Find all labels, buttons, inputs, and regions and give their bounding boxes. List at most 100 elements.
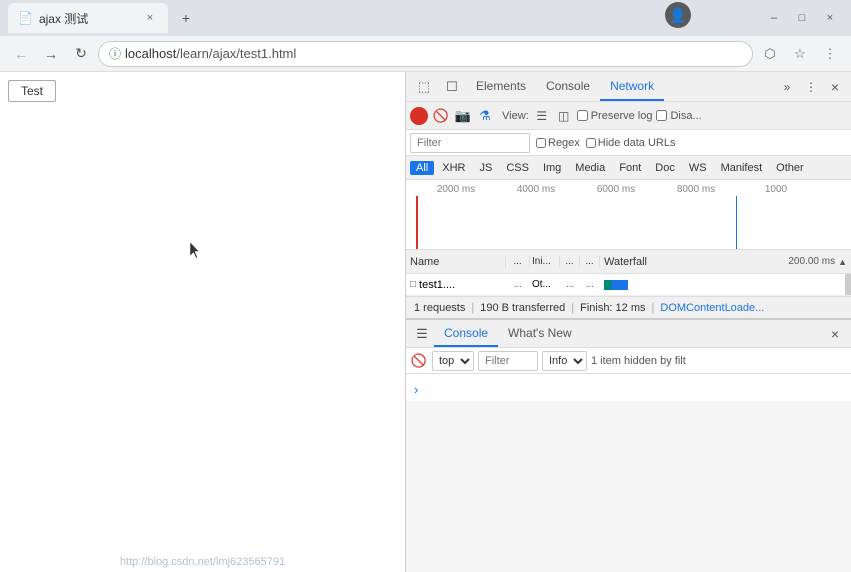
record-button[interactable]	[410, 107, 428, 125]
tab-console[interactable]: Console	[536, 72, 600, 101]
th-waterfall[interactable]: Waterfall 200.00 ms ▲	[600, 256, 851, 268]
bookmark-button[interactable]: ☆	[787, 41, 813, 67]
close-button[interactable]: ×	[817, 5, 843, 31]
devtools-more-button[interactable]: »	[775, 75, 799, 99]
devtools-device-icon[interactable]: ☐	[438, 73, 466, 101]
th-waterfall-time: 200.00 ms	[788, 256, 835, 267]
filter-bar: Regex Hide data URLs	[406, 130, 851, 156]
timeline-label-8000: 8000 ms	[656, 184, 736, 195]
console-prompt[interactable]: ›	[414, 382, 843, 397]
tab-close-button[interactable]: ×	[142, 10, 158, 26]
type-filter-other[interactable]: Other	[770, 161, 810, 175]
devtools-close-button[interactable]: ×	[823, 75, 847, 99]
list-view-button[interactable]: ☰	[533, 107, 551, 125]
type-filter-ws[interactable]: WS	[683, 161, 713, 175]
console-level-select[interactable]: Info	[542, 351, 587, 371]
th-dots1[interactable]: ...	[506, 256, 530, 267]
watermark: http://blog.csdn.net/lmj623565791	[0, 556, 405, 568]
type-filter-manifest[interactable]: Manifest	[715, 161, 769, 175]
back-button[interactable]: ←	[8, 41, 34, 67]
td-initiator: Ot...	[530, 279, 560, 290]
type-filter-js[interactable]: JS	[473, 161, 498, 175]
tab-title: ajax 测试	[39, 10, 88, 27]
status-requests: 1 requests	[414, 302, 465, 314]
th-name[interactable]: Name	[406, 256, 506, 268]
disable-cache-checkbox[interactable]: Disa...	[656, 110, 701, 122]
address-bar[interactable]: ⓘ localhost /learn/ajax/test1.html	[98, 41, 753, 67]
regex-checkbox[interactable]: Regex	[536, 137, 580, 149]
maximize-button[interactable]: □	[789, 5, 815, 31]
minimize-button[interactable]: –	[761, 5, 787, 31]
th-initiator[interactable]: Ini...	[530, 256, 560, 267]
devtools-tabs: ⬚ ☐ Elements Console Network » ⋮ ×	[406, 72, 851, 102]
devtools-inspector-icon[interactable]: ⬚	[410, 73, 438, 101]
chrome-window: 👤 📄 ajax 测试 × + – □ × ← → ↻ ⓘ localhost …	[0, 0, 851, 572]
main-area: Test http://blog.csdn.net/lmj623565791 ⬚…	[0, 72, 851, 572]
table-row[interactable]: □ test1.... ... Ot... ... ...	[406, 274, 851, 296]
type-filter-xhr[interactable]: XHR	[436, 161, 471, 175]
console-prompt-icon: ›	[414, 382, 418, 397]
url-path: /learn/ajax/test1.html	[176, 46, 296, 61]
console-toolbar: 🚫 top Info 1 item hidden by filt	[406, 348, 851, 374]
devtools-menu-button[interactable]: ⋮	[799, 75, 823, 99]
title-bar: 👤 📄 ajax 测试 × + – □ ×	[0, 0, 851, 36]
th-dots3[interactable]: ...	[580, 256, 600, 267]
tab-icon: 📄	[18, 11, 33, 25]
timeline-label-2000: 2000 ms	[416, 184, 496, 195]
status-transferred: 190 B transferred	[480, 302, 565, 314]
bottom-panel: ☰ Console What's New × 🚫 top Info 1 item…	[406, 318, 851, 401]
console-content: ›	[406, 374, 851, 401]
screenshot-button[interactable]: 📷	[454, 107, 472, 125]
user-avatar-icon: 👤	[665, 2, 691, 28]
console-close-button[interactable]: ×	[823, 322, 847, 346]
cast-button[interactable]: ⬡	[757, 41, 783, 67]
console-filter-input[interactable]	[478, 351, 538, 371]
type-filter-img[interactable]: Img	[537, 161, 567, 175]
waterfall-blue-bar	[612, 280, 628, 290]
forward-button[interactable]: →	[38, 41, 64, 67]
devtools-panel: ⬚ ☐ Elements Console Network » ⋮ × 🚫 📷 ⚗…	[405, 72, 851, 572]
type-filter-font[interactable]: Font	[613, 161, 647, 175]
preserve-log-checkbox[interactable]: Preserve log	[577, 110, 653, 122]
status-domcontentloaded[interactable]: DOMContentLoade...	[660, 302, 764, 314]
td-name: □ test1....	[406, 279, 506, 291]
type-filter-doc[interactable]: Doc	[649, 161, 681, 175]
clear-button[interactable]: 🚫	[432, 107, 450, 125]
more-button[interactable]: ⋮	[817, 41, 843, 67]
browser-tab[interactable]: 📄 ajax 测试 ×	[8, 3, 168, 33]
th-dots2[interactable]: ...	[560, 256, 580, 267]
timeline-red-line	[416, 196, 418, 249]
waterfall-teal-bar	[604, 280, 612, 290]
filter-button[interactable]: ⚗	[476, 107, 494, 125]
console-tabs: ☰ Console What's New ×	[406, 320, 851, 348]
status-sep1: |	[471, 302, 474, 314]
refresh-button[interactable]: ↻	[68, 41, 94, 67]
file-icon: □	[410, 279, 416, 290]
tab-elements[interactable]: Elements	[466, 72, 536, 101]
console-context-select[interactable]: top	[432, 351, 474, 371]
console-clear-button[interactable]: 🚫	[410, 352, 428, 370]
status-sep2: |	[571, 302, 574, 314]
status-bar: 1 requests | 190 B transferred | Finish:…	[406, 296, 851, 318]
console-menu-button[interactable]: ☰	[410, 322, 434, 346]
hide-data-urls-checkbox[interactable]: Hide data URLs	[586, 137, 676, 149]
filter-input[interactable]	[410, 133, 530, 153]
waterfall-view-button[interactable]: ◫	[555, 107, 573, 125]
omnibar-icons: ⬡ ☆ ⋮	[757, 41, 843, 67]
type-filter-css[interactable]: CSS	[500, 161, 535, 175]
tab-whats-new[interactable]: What's New	[498, 320, 582, 347]
type-filter-media[interactable]: Media	[569, 161, 611, 175]
console-hidden-label: 1 item hidden by filt	[591, 355, 686, 367]
secure-icon: ⓘ	[109, 45, 121, 62]
test-button[interactable]: Test	[8, 80, 56, 102]
timeline-blue-line	[736, 196, 737, 249]
view-label: View:	[502, 110, 529, 122]
type-filter-all[interactable]: All	[410, 161, 434, 175]
tab-network[interactable]: Network	[600, 72, 664, 101]
td-name-value: test1....	[419, 279, 455, 291]
omnibar: ← → ↻ ⓘ localhost /learn/ajax/test1.html…	[0, 36, 851, 72]
url-base: localhost	[125, 46, 176, 61]
waterfall-scrollbar[interactable]	[845, 274, 851, 295]
new-tab-button[interactable]: +	[172, 4, 200, 32]
tab-console-bottom[interactable]: Console	[434, 320, 498, 347]
